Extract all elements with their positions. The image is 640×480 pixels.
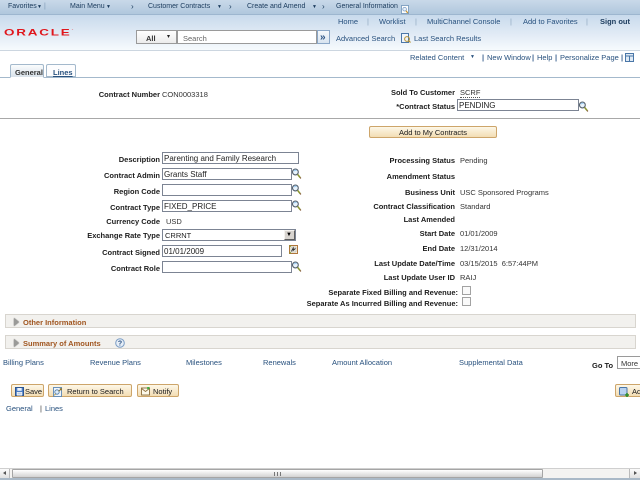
svg-text:?: ? [118, 340, 122, 347]
